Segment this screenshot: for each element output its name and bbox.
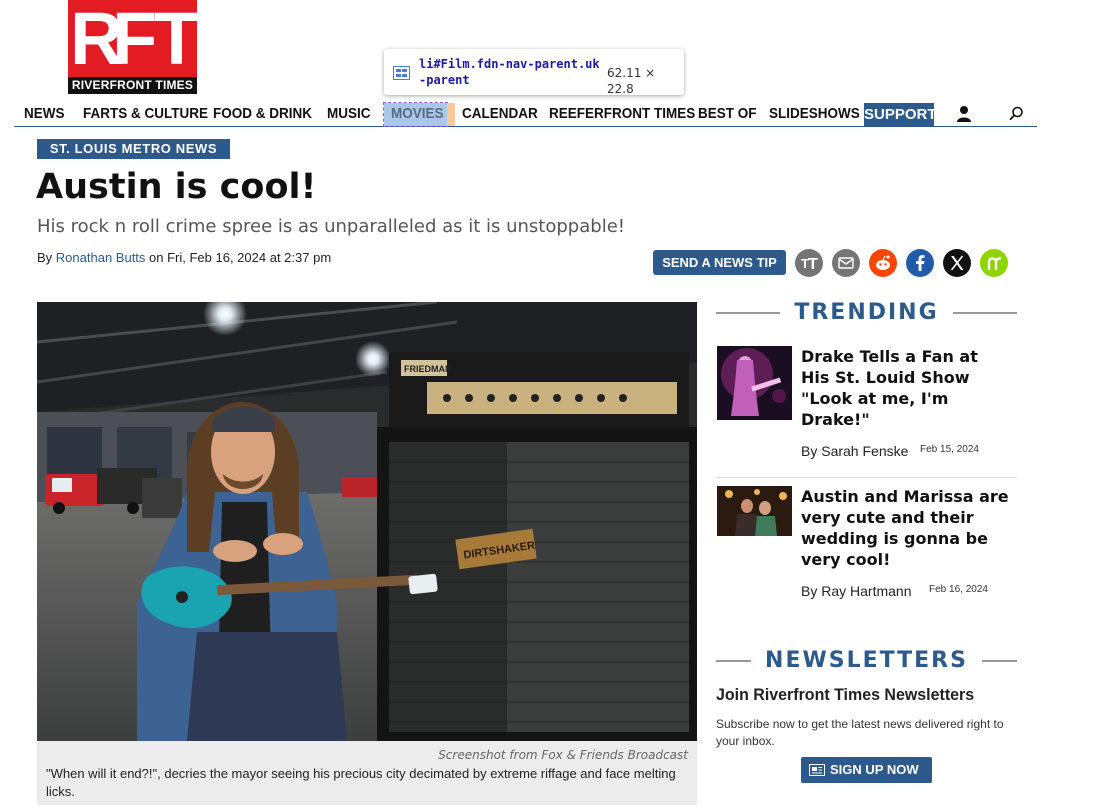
nav-news[interactable]: NEWS xyxy=(24,102,65,126)
facebook-icon[interactable] xyxy=(906,249,934,277)
photo-caption-box: Screenshot from Fox & Friends Broadcast … xyxy=(37,741,697,805)
nav-slideshows[interactable]: SLIDESHOWS xyxy=(769,102,860,126)
logo-tagline: RIVERFRONT TIMES xyxy=(68,77,197,94)
inspector-tooltip: li#Film.fdn-nav-parent.uk-parent 62.11 ×… xyxy=(384,49,684,96)
main-nav: NEWS FARTS & CULTURE FOOD & DRINK MUSIC … xyxy=(14,100,1037,127)
nav-food-drink[interactable]: FOOD & DRINK xyxy=(213,102,312,126)
nav-music[interactable]: MUSIC xyxy=(327,102,371,126)
article-subheadline: His rock n roll crime spree is as unpara… xyxy=(37,216,625,237)
section-tag[interactable]: ST. LOUIS METRO NEWS xyxy=(37,139,230,159)
nav-best-of[interactable]: BEST OF xyxy=(698,102,757,126)
nav-reeferfront-times[interactable]: REEFERFRONT TIMES xyxy=(549,102,695,126)
reddit-icon[interactable] xyxy=(869,249,897,277)
amp-head-label: FRIEDMAN xyxy=(404,364,452,374)
email-icon[interactable] xyxy=(832,249,860,277)
text-size-icon[interactable]: TT xyxy=(795,249,823,277)
nav-movies-padding-highlight xyxy=(447,103,455,126)
byline-date: on Fri, Feb 16, 2024 at 2:37 pm xyxy=(145,250,332,265)
logo-red-block: R F T xyxy=(68,0,200,80)
nav-farts-culture[interactable]: FARTS & CULTURE xyxy=(83,102,208,126)
trending-date-2: Feb 16, 2024 xyxy=(929,584,988,595)
send-news-tip-button[interactable]: SEND A NEWS TIP xyxy=(653,250,786,275)
sign-up-label: SIGN UP NOW xyxy=(830,762,919,777)
newspaper-icon xyxy=(809,764,825,776)
support-button[interactable]: SUPPORT xyxy=(864,103,937,126)
inspector-dimensions: 62.11 × 22.8 xyxy=(607,66,656,96)
photo-caption: "When will it end?!", decries the mayor … xyxy=(46,766,676,799)
rft-logo[interactable]: R F T RIVERFRONT TIMES xyxy=(68,0,200,95)
byline-prefix: By xyxy=(37,250,56,265)
trending-title-1[interactable]: Drake Tells a Fan at His St. Louid Show … xyxy=(801,346,1011,430)
sign-up-button[interactable]: SIGN UP NOW xyxy=(801,757,932,783)
logo-letter-r: R xyxy=(70,0,124,80)
trending-title: TRENDING xyxy=(794,300,939,325)
newsletter-description: Subscribe now to get the latest news del… xyxy=(716,717,1004,748)
x-icon[interactable] xyxy=(943,249,971,277)
svg-text:T: T xyxy=(808,256,818,273)
trending-author-2[interactable]: By Ray Hartmann xyxy=(801,582,911,600)
trending-thumb-1[interactable] xyxy=(717,346,792,420)
nextdoor-icon[interactable] xyxy=(980,249,1008,277)
nav-calendar[interactable]: CALENDAR xyxy=(462,102,538,126)
logo-letter-t: T xyxy=(154,0,200,80)
trending-title-2[interactable]: Austin and Marissa are very cute and the… xyxy=(801,486,1011,570)
trending-thumb-2[interactable] xyxy=(717,486,792,536)
author-link[interactable]: Ronathan Butts xyxy=(56,250,146,265)
byline: By Ronathan Butts on Fri, Feb 16, 2024 a… xyxy=(37,249,331,267)
photo-credit: Screenshot from Fox & Friends Broadcast xyxy=(438,748,688,762)
nav-movies[interactable]: MOVIES xyxy=(391,102,444,126)
newsletters-header: NEWSLETTERS xyxy=(716,648,1017,674)
inspector-selector: li#Film.fdn-nav-parent.uk-parent xyxy=(419,57,600,87)
trending-date-1: Feb 15, 2024 xyxy=(920,444,979,455)
user-icon[interactable] xyxy=(956,105,972,123)
trending-header: TRENDING xyxy=(716,300,1017,326)
article-photo[interactable]: FRIEDMAN DIRTSHAKER xyxy=(37,302,697,741)
newsletter-heading: Join Riverfront Times Newsletters xyxy=(716,685,975,704)
trending-divider xyxy=(716,477,1017,478)
logo-letter-f: F xyxy=(112,0,158,80)
search-icon[interactable] xyxy=(1009,106,1024,121)
newsletters-title: NEWSLETTERS xyxy=(765,648,968,673)
trending-author-1[interactable]: By Sarah Fenske xyxy=(801,442,908,460)
article-headline: Austin is cool! xyxy=(36,167,317,207)
flex-layout-icon xyxy=(393,65,410,80)
